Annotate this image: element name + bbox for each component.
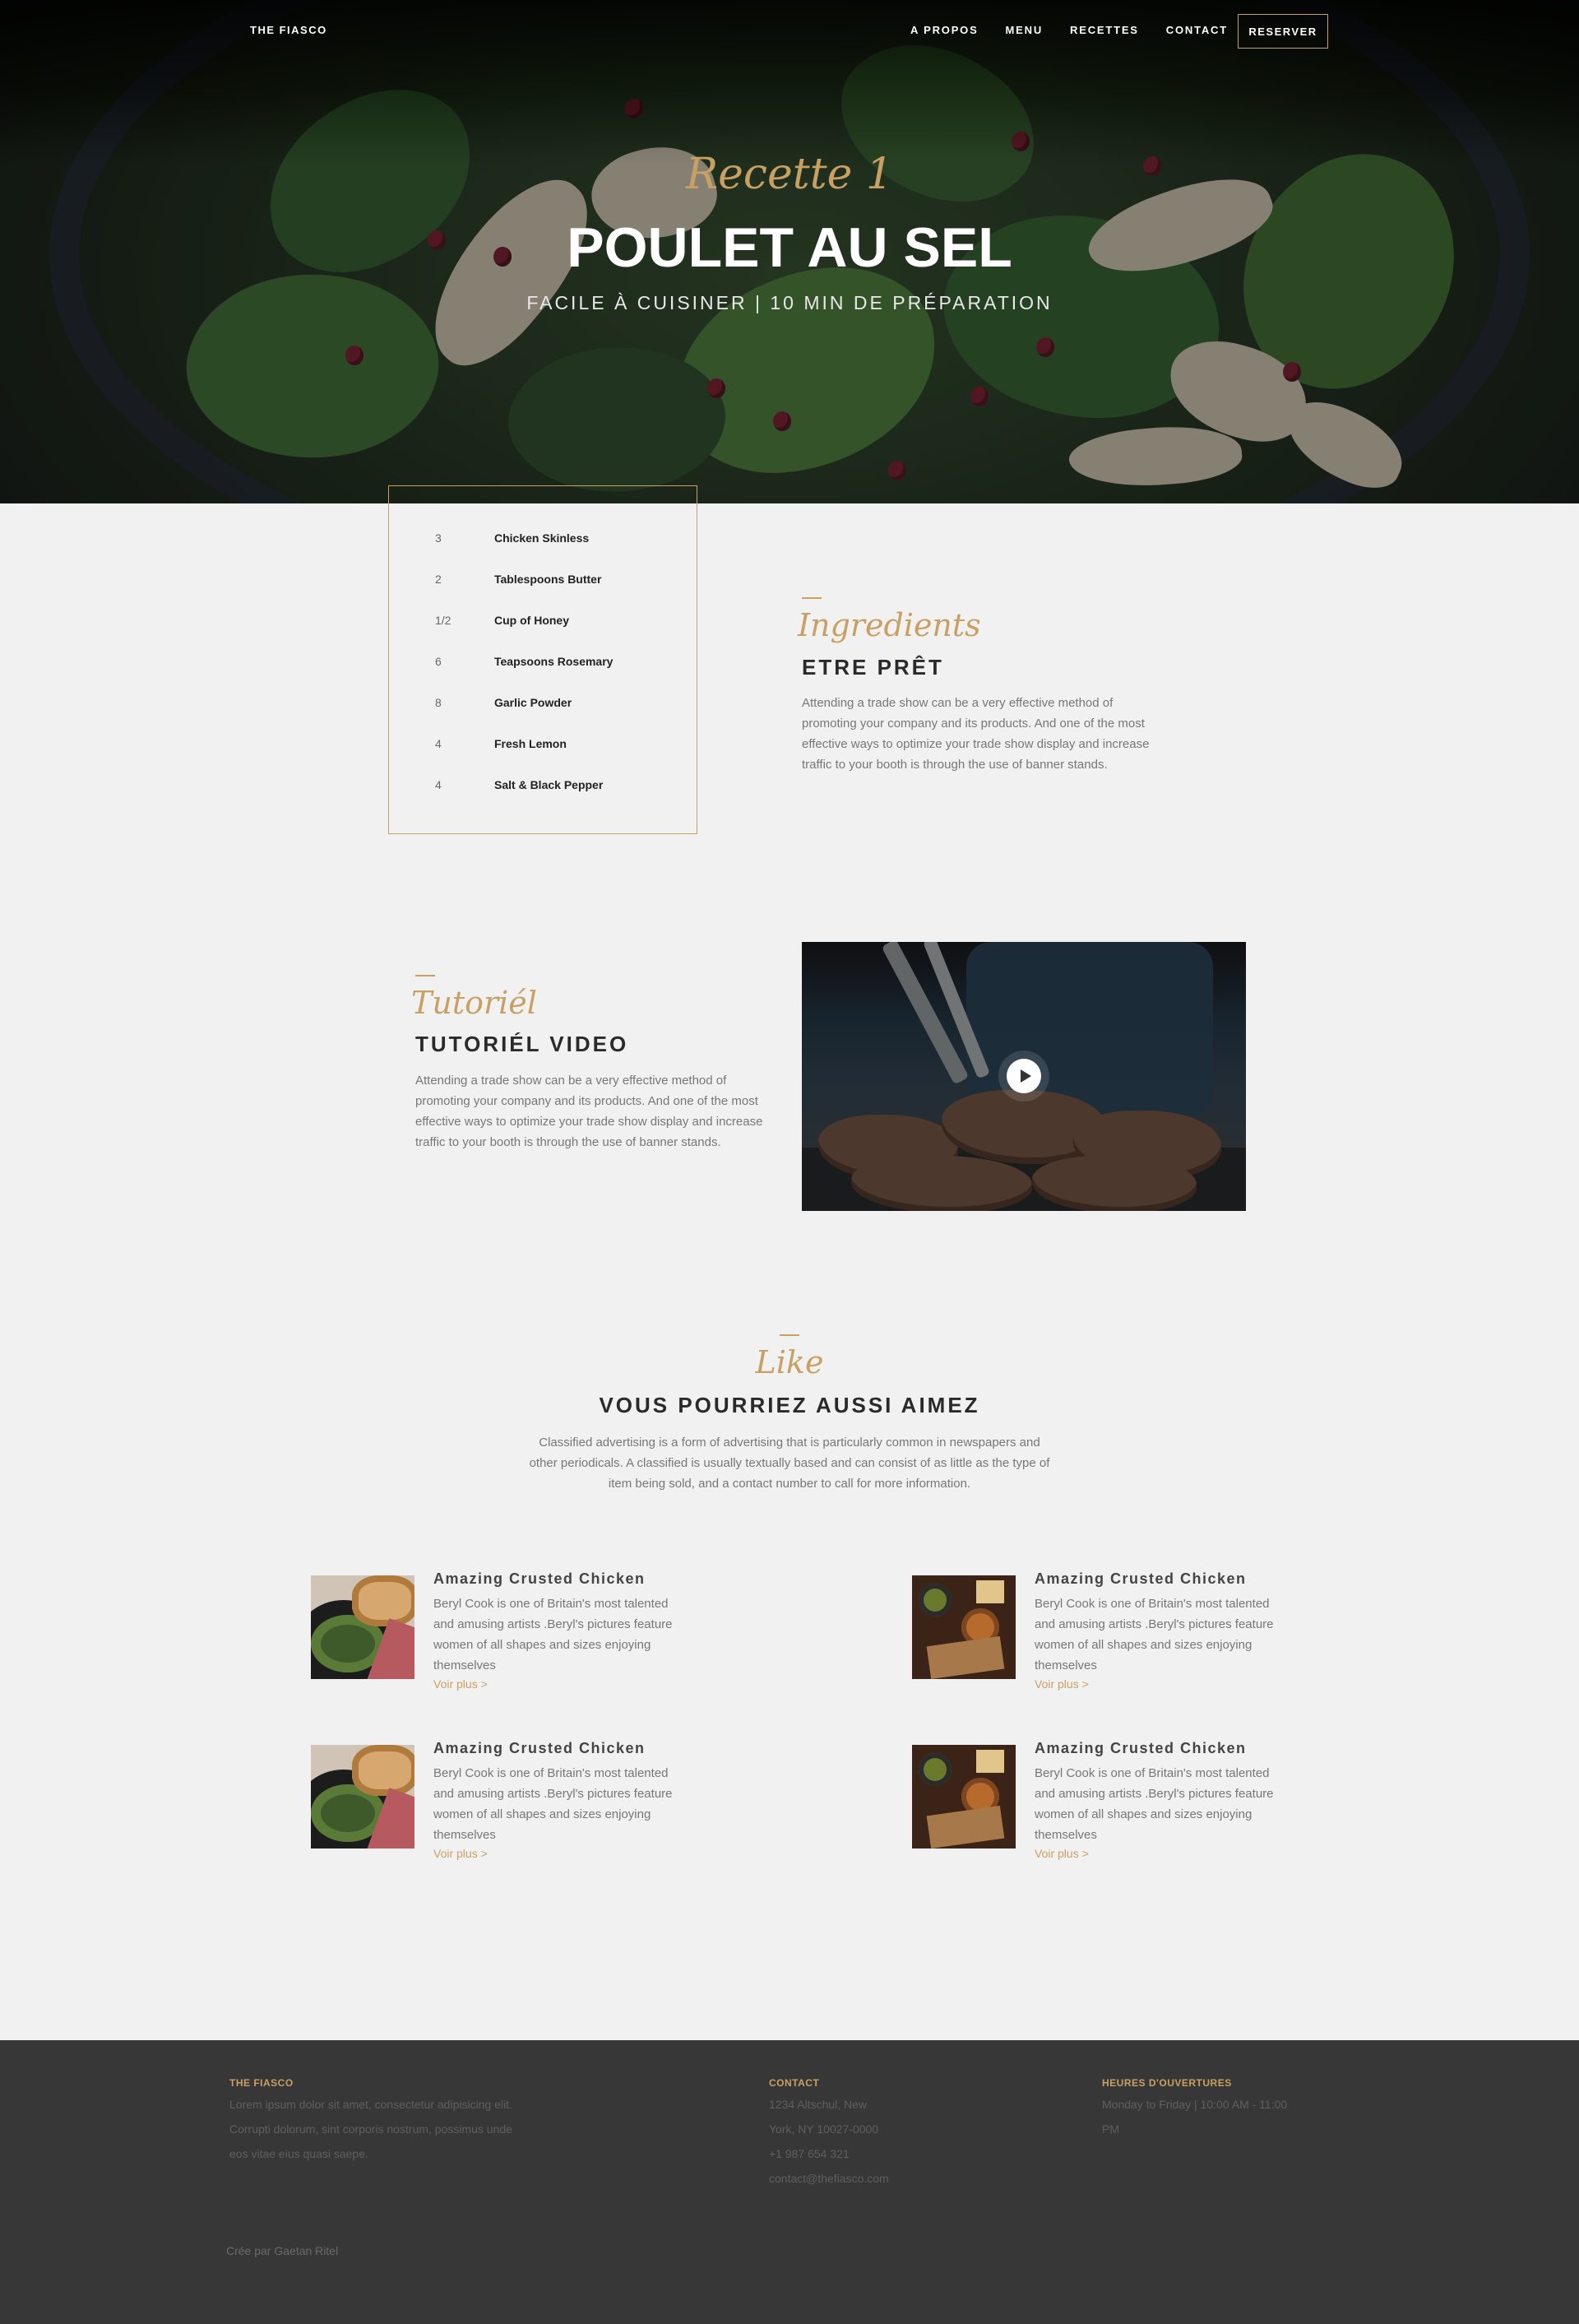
ingredients-divider [802, 597, 822, 599]
recipe-title[interactable]: Amazing Crusted Chicken [1035, 1570, 1247, 1588]
recipe-thumbnail[interactable] [311, 1745, 414, 1849]
ingredients-paragraph: Attending a trade show can be a very eff… [802, 696, 1150, 772]
ingredient-name: Cup of Honey [494, 614, 569, 627]
nav-link-recettes[interactable]: RECETTES [1070, 24, 1139, 36]
recipe-link[interactable]: Voir plus > [1035, 1677, 1089, 1691]
footer-address: 1234 Altschul, New [769, 2098, 868, 2111]
like-title: VOUS POURRIEZ AUSSI AIMEZ [599, 1393, 980, 1417]
ingredients-script: Ingredients [798, 607, 981, 643]
ingredient-name: Salt & Black Pepper [494, 778, 604, 791]
footer-about-line: Lorem ipsum dolor sit amet, consectetur … [229, 2098, 512, 2111]
recipe-card: Amazing Crusted Chicken Beryl Cook is on… [311, 1570, 804, 1707]
footer-email[interactable]: contact@thefiasco.com [769, 2166, 933, 2191]
top-nav: THE FIASCO A PROPOS MENU RECETTES CONTAC… [0, 0, 1579, 63]
footer-about: THE FIASCO Lorem ipsum dolor sit amet, c… [229, 2077, 558, 2166]
ingredient-qty: 1/2 [435, 614, 451, 627]
ingredient-row: 3 Chicken Skinless [435, 531, 589, 545]
hero-script-label: Recette 1 [685, 150, 893, 199]
recipe-link[interactable]: Voir plus > [1035, 1847, 1089, 1860]
recipe-card: Amazing Crusted Chicken Beryl Cook is on… [311, 1740, 804, 1876]
recipe-thumbnail[interactable] [912, 1745, 1016, 1849]
footer-phone[interactable]: +1 987 654 321 [769, 2141, 933, 2166]
video-player[interactable] [802, 942, 1246, 1211]
ingredient-row: 4 Fresh Lemon [435, 737, 567, 750]
like-script: Like [755, 1344, 824, 1380]
ingredient-name: Garlic Powder [494, 696, 572, 709]
tutorial-divider [415, 975, 435, 976]
footer-about-heading: THE FIASCO [229, 2077, 294, 2089]
tutorial-title: TUTORIÉL VIDEO [415, 1032, 629, 1056]
footer-hours-line: PM [1102, 2122, 1119, 2136]
ingredient-name: Tablespoons Butter [494, 573, 602, 586]
recipe-link[interactable]: Voir plus > [433, 1847, 488, 1860]
tutorial-paragraph: Attending a trade show can be a very eff… [415, 1074, 763, 1149]
recipe-card: Amazing Crusted Chicken Beryl Cook is on… [912, 1740, 1405, 1876]
recipe-description: Beryl Cook is one of Britain's most tale… [433, 1597, 673, 1672]
footer-contact: CONTACT 1234 Altschul, New York, NY 1002… [769, 2077, 933, 2191]
ingredient-name: Fresh Lemon [494, 737, 567, 750]
footer-credit: Crée par Gaetan Ritel [226, 2244, 339, 2257]
ingredient-name: Chicken Skinless [494, 531, 590, 545]
ingredient-row: 4 Salt & Black Pepper [435, 778, 603, 791]
ingredient-row: 8 Garlic Powder [435, 696, 572, 709]
ingredients-list: 3 Chicken Skinless 2 Tablespoons Butter … [388, 485, 697, 834]
footer-about-line: Corrupti dolorum, sint corporis nostrum,… [229, 2122, 512, 2136]
nav-link-a-propos[interactable]: A PROPOS [910, 24, 979, 36]
ingredient-qty: 4 [435, 737, 442, 750]
hero-subtitle: FACILE À CUISINER | 10 MIN DE PRÉPARATIO… [526, 292, 1053, 313]
recipe-description: Beryl Cook is one of Britain's most tale… [1035, 1597, 1274, 1672]
like-paragraph: Classified advertising is a form of adve… [529, 1436, 1050, 1491]
recipe-thumbnail[interactable] [311, 1575, 414, 1679]
hero-title: POULET AU SEL [567, 216, 1012, 279]
ingredient-qty: 6 [435, 655, 442, 668]
reserve-button[interactable]: RESERVER [1238, 14, 1328, 49]
like-divider [780, 1334, 799, 1336]
ingredient-qty: 2 [435, 573, 442, 586]
recipe-title[interactable]: Amazing Crusted Chicken [433, 1740, 646, 1757]
recipe-thumbnail[interactable] [912, 1575, 1016, 1679]
footer-address: York, NY 10027-0000 [769, 2122, 879, 2136]
nav-links: A PROPOS MENU RECETTES CONTACT [910, 24, 1255, 36]
recipe-link[interactable]: Voir plus > [433, 1677, 488, 1691]
footer-contact-heading: CONTACT [769, 2077, 820, 2089]
footer-hours-line: Monday to Friday | 10:00 AM - 11:00 [1102, 2098, 1288, 2111]
recipe-title[interactable]: Amazing Crusted Chicken [1035, 1740, 1247, 1757]
ingredient-row: 2 Tablespoons Butter [435, 573, 601, 586]
ingredients-title: ETRE PRÊT [802, 655, 944, 680]
brand-logo[interactable]: THE FIASCO [250, 24, 327, 36]
recipe-card: Amazing Crusted Chicken Beryl Cook is on… [912, 1570, 1405, 1707]
ingredient-qty: 4 [435, 778, 442, 791]
recipe-description: Beryl Cook is one of Britain's most tale… [1035, 1766, 1274, 1842]
footer-hours-heading: HEURES D'OUVERTURES [1102, 2077, 1232, 2089]
ingredient-row: 1/2 Cup of Honey [435, 614, 569, 627]
ingredient-row: 6 Teapsoons Rosemary [435, 655, 613, 668]
play-icon[interactable] [1007, 1059, 1041, 1093]
nav-link-contact[interactable]: CONTACT [1166, 24, 1228, 36]
recipe-description: Beryl Cook is one of Britain's most tale… [433, 1766, 673, 1842]
recipe-title[interactable]: Amazing Crusted Chicken [433, 1570, 646, 1588]
ingredient-name: Teapsoons Rosemary [494, 655, 614, 668]
hero-section: THE FIASCO A PROPOS MENU RECETTES CONTAC… [0, 0, 1579, 503]
footer-about-line: eos vitae eius quasi saepe. [229, 2147, 368, 2160]
tutorial-script: Tutoriél [411, 985, 537, 1021]
ingredient-qty: 3 [435, 531, 442, 545]
footer-hours: HEURES D'OUVERTURES Monday to Friday | 1… [1102, 2077, 1316, 2141]
nav-link-menu[interactable]: MENU [1006, 24, 1043, 36]
footer: THE FIASCO Lorem ipsum dolor sit amet, c… [0, 2040, 1579, 2324]
ingredient-qty: 8 [435, 696, 442, 709]
